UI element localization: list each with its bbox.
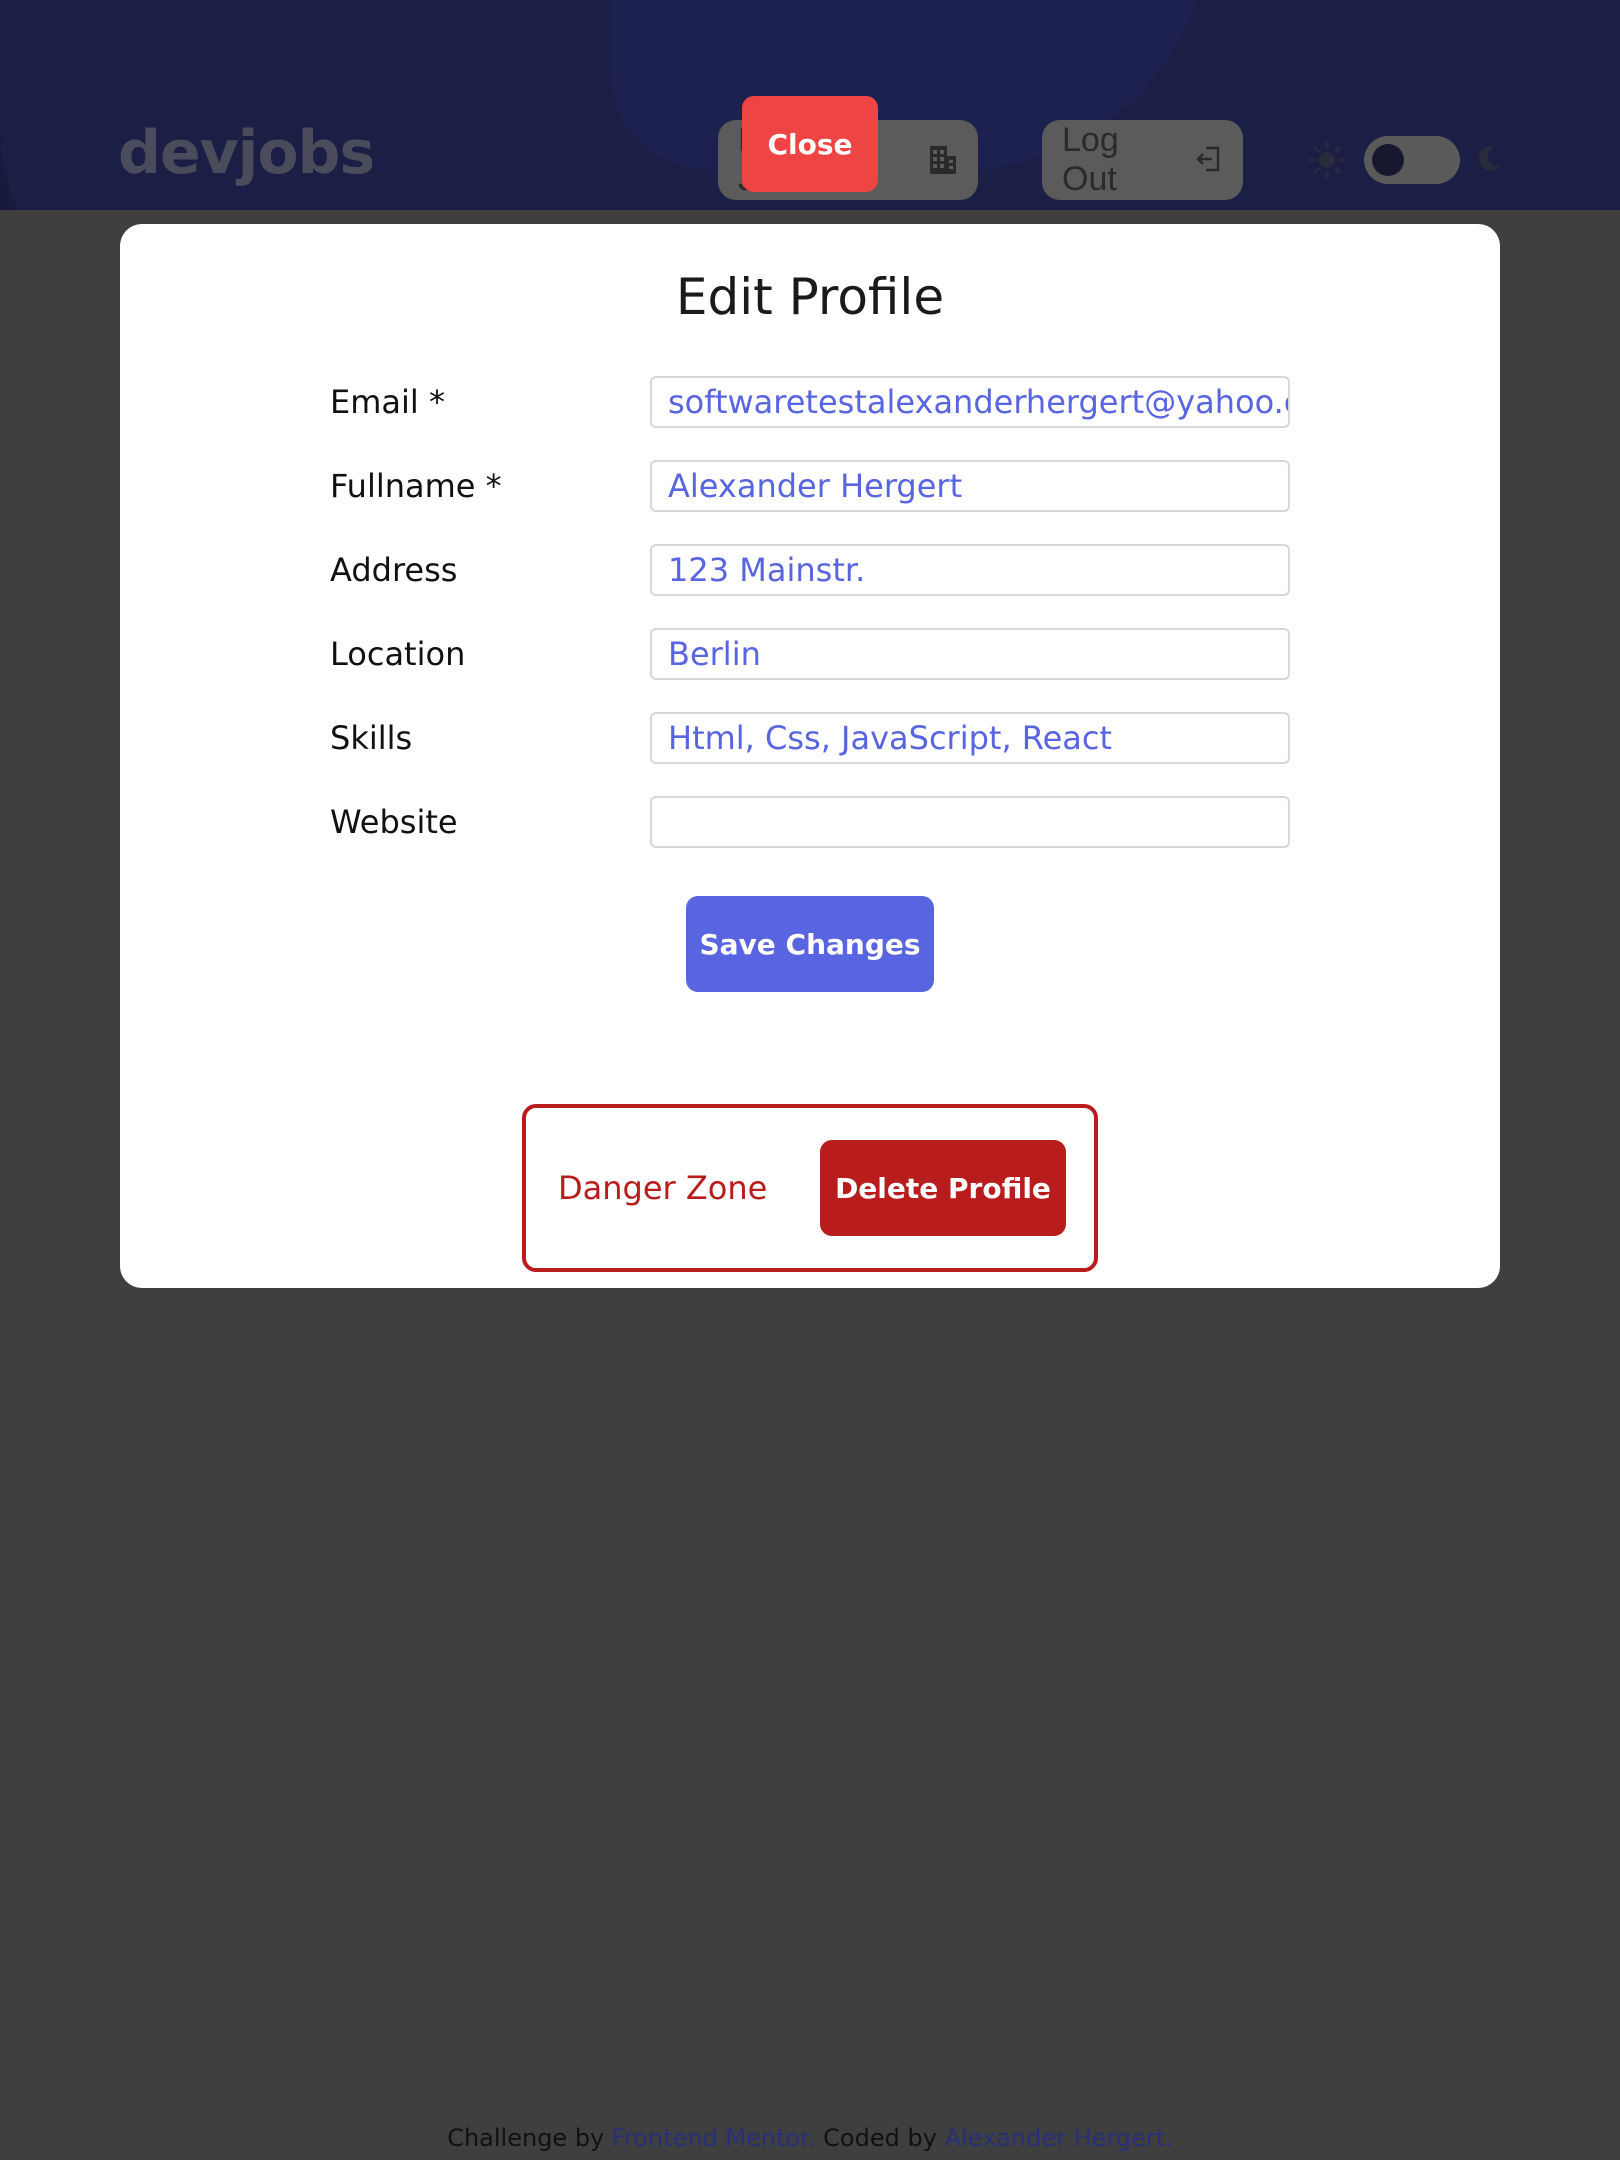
moon-icon xyxy=(1474,144,1502,174)
address-label: Address xyxy=(330,551,458,589)
email-label: Email * xyxy=(330,383,445,421)
danger-zone-label: Danger Zone xyxy=(558,1169,768,1207)
skills-field[interactable]: Html, Css, JavaScript, React xyxy=(650,712,1290,764)
email-field[interactable]: softwaretestalexanderhergert@yahoo.com xyxy=(650,376,1290,428)
delete-profile-button[interactable]: Delete Profile xyxy=(820,1140,1066,1236)
footer-prefix: Challenge by xyxy=(447,2124,605,2152)
website-row: Website xyxy=(330,796,1330,848)
logout-icon xyxy=(1194,144,1223,176)
location-row: Location Berlin xyxy=(330,628,1330,680)
email-row: Email * softwaretestalexanderhergert@yah… xyxy=(330,376,1330,428)
website-field[interactable] xyxy=(650,796,1290,848)
footer-middle: Coded by xyxy=(823,2124,937,2152)
theme-toggle[interactable] xyxy=(1364,136,1460,184)
location-label: Location xyxy=(330,635,466,673)
frontend-mentor-link[interactable]: Frontend Mentor. xyxy=(612,2124,816,2152)
log-out-label: Log Out xyxy=(1062,121,1119,198)
close-button[interactable]: Close xyxy=(742,96,878,192)
danger-zone: Danger Zone Delete Profile xyxy=(522,1104,1098,1272)
toggle-knob xyxy=(1372,144,1404,176)
modal-title: Edit Profile xyxy=(675,268,945,326)
skills-row: Skills Html, Css, JavaScript, React xyxy=(330,712,1330,764)
building-icon xyxy=(928,144,958,176)
author-link[interactable]: Alexander Hergert. xyxy=(945,2124,1173,2152)
sun-icon xyxy=(1308,141,1346,179)
footer: Challenge by Frontend Mentor. Coded by A… xyxy=(0,2124,1620,2152)
website-label: Website xyxy=(330,803,458,841)
skills-label: Skills xyxy=(330,719,413,757)
save-changes-button[interactable]: Save Changes xyxy=(686,896,934,992)
logo[interactable]: devjobs xyxy=(118,118,375,188)
address-field[interactable]: 123 Mainstr. xyxy=(650,544,1290,596)
address-row: Address 123 Mainstr. xyxy=(330,544,1330,596)
fullname-row: Fullname * Alexander Hergert xyxy=(330,460,1330,512)
edit-profile-modal: Edit Profile Email * softwaretestalexand… xyxy=(120,224,1500,1288)
location-field[interactable]: Berlin xyxy=(650,628,1290,680)
fullname-label: Fullname * xyxy=(330,467,502,505)
fullname-field[interactable]: Alexander Hergert xyxy=(650,460,1290,512)
log-out-button[interactable]: Log Out xyxy=(1042,120,1243,200)
